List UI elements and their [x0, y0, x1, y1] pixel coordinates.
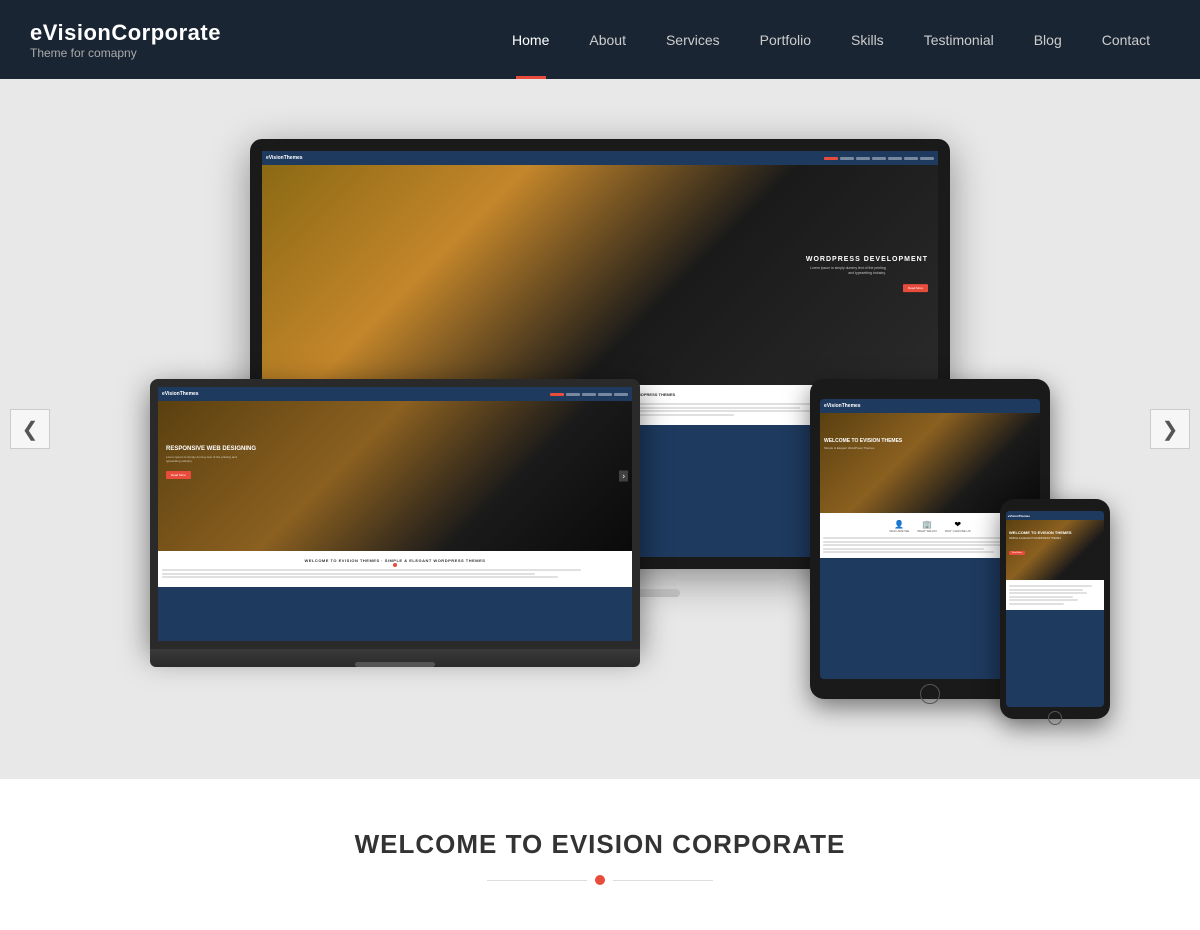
devices-container: eVisionThemes [150, 139, 1050, 719]
divider-line-left [487, 880, 587, 881]
text-line [1009, 589, 1083, 591]
tablet-hero-text: WELCOME TO EVISION THEMES Simple & Elega… [824, 438, 902, 450]
laptop-welcome-dot [393, 563, 397, 567]
welcome-section: WELCOME TO EVISION CORPORATE [0, 779, 1200, 930]
monitor-screen-hero: WORDPRESS DEVELOPMENT Lorem ipsum is sim… [262, 165, 938, 385]
laptop-screen-nav: eVisionThemes [158, 387, 632, 401]
navbar: eVisionCorporate Theme for comapny Home … [0, 0, 1200, 79]
laptop-hero-title: RESPONSIVE WEB DESIGNING [166, 446, 256, 452]
tablet-home-button [920, 684, 940, 704]
laptop: eVisionThemes RESPONSIVE W [150, 379, 640, 689]
monitor-screen-logo: eVisionThemes [266, 155, 303, 161]
text-line [162, 573, 535, 575]
brand-tagline: Theme for comapny [30, 46, 221, 60]
nav-item-portfolio[interactable]: Portfolio [740, 0, 831, 79]
tablet-screen-logo: eVisionThemes [824, 403, 861, 409]
monitor-nav-item [920, 157, 934, 160]
laptop-nav-item [566, 393, 580, 396]
laptop-nav-item [550, 393, 564, 396]
phone-screen-nav: eVisionThemes [1006, 511, 1104, 520]
text-line [1009, 599, 1078, 601]
nav-item-skills[interactable]: Skills [831, 0, 904, 79]
laptop-hero-text: RESPONSIVE WEB DESIGNING Lorem ipsum is … [166, 446, 256, 481]
phone-hero-title: WELCOME TO EVISION THEMES [1009, 530, 1072, 535]
nav-item-blog[interactable]: Blog [1014, 0, 1082, 79]
text-line [823, 537, 1026, 539]
nav-links: Home About Services Portfolio Skills Tes… [492, 0, 1170, 79]
monitor-nav-item [824, 157, 838, 160]
nav-item-about[interactable]: About [569, 0, 646, 79]
phone-frame: eVisionThemes WELCOME TO EVISION THEMES … [1000, 499, 1110, 719]
text-line [823, 541, 1005, 543]
monitor-nav-item [840, 157, 854, 160]
tablet-screen-hero: WELCOME TO EVISION THEMES Simple & Elega… [820, 413, 1040, 513]
brand-name: eVisionCorporate [30, 20, 221, 46]
text-line [823, 548, 984, 550]
monitor-nav-item [888, 157, 902, 160]
monitor-hero-desc: Lorem ipsum is simply dummy text of the … [806, 266, 886, 276]
phone-screen-body [1006, 580, 1104, 610]
phone-screen-hero: WELCOME TO EVISION THEMES SIMPLE & ELEGA… [1006, 520, 1104, 580]
slider-next-button[interactable]: ❯ [1150, 409, 1190, 449]
monitor-screen-nav-items [824, 157, 934, 160]
laptop-nav-item [614, 393, 628, 396]
slider-prev-button[interactable]: ❮ [10, 409, 50, 449]
hero-section: ❮ eVisionThemes [0, 79, 1200, 779]
phone-hero-subtitle: SIMPLE & ELEGANT WORDPRESS THEMES [1009, 537, 1072, 540]
nav-item-home[interactable]: Home [492, 0, 569, 79]
text-line [162, 576, 558, 578]
laptop-screen-body: WELCOME TO EVISION THEMES · SIMPLE & ELE… [158, 551, 632, 587]
text-line [1009, 592, 1087, 594]
phone-home-button [1048, 711, 1062, 725]
monitor-nav-item [872, 157, 886, 160]
laptop-bottom [150, 649, 640, 667]
text-line [1009, 585, 1092, 587]
tablet-icon-who: 👤 WHO ARE WE [889, 520, 909, 533]
laptop-hero-btn: Read More [166, 471, 191, 479]
monitor-hero-text: WORDPRESS DEVELOPMENT Lorem ipsum is sim… [806, 256, 928, 294]
monitor-nav-item [856, 157, 870, 160]
divider-dot [595, 875, 605, 885]
monitor-screen-nav: eVisionThemes [262, 151, 938, 165]
phone-hero-text: WELCOME TO EVISION THEMES SIMPLE & ELEGA… [1009, 530, 1072, 558]
nav-item-testimonial[interactable]: Testimonial [904, 0, 1014, 79]
laptop-nav-item [582, 393, 596, 396]
brand-logo: eVisionCorporate Theme for comapny [30, 20, 221, 60]
tablet-icon-why: ❤ WHY CHOOSE US [945, 520, 971, 533]
tablet-icon-what: 🏢 WHAT WE DO [917, 520, 937, 533]
welcome-title: WELCOME TO EVISION CORPORATE [20, 829, 1180, 860]
laptop-nav-items [550, 393, 628, 396]
laptop-screen: eVisionThemes RESPONSIVE W [158, 387, 632, 641]
laptop-welcome-title: WELCOME TO EVISION THEMES · SIMPLE & ELE… [162, 558, 628, 563]
text-line [823, 544, 1016, 546]
phone-text-lines [1009, 585, 1101, 605]
monitor-hero-btn: Read More [903, 284, 928, 292]
monitor-nav-item [904, 157, 918, 160]
welcome-divider [20, 875, 1180, 885]
phone-screen: eVisionThemes WELCOME TO EVISION THEMES … [1006, 511, 1104, 707]
laptop-hero-desc: Lorem ipsum is simply dummy text of the … [166, 455, 246, 463]
monitor-hero-title: WORDPRESS DEVELOPMENT [806, 256, 928, 263]
laptop-slider-arrow: › [619, 471, 628, 482]
nav-item-services[interactable]: Services [646, 0, 740, 79]
text-line [823, 551, 994, 553]
text-line [1009, 596, 1073, 598]
text-line [162, 569, 581, 571]
tablet-hero-image [820, 413, 1040, 513]
laptop-nav-item [598, 393, 612, 396]
phone-screen-logo: eVisionThemes [1008, 514, 1030, 518]
divider-line-right [613, 880, 713, 881]
nav-item-contact[interactable]: Contact [1082, 0, 1170, 79]
tablet-hero-desc: Simple & Elegant WordPress Themes [824, 446, 902, 450]
text-line [1009, 603, 1064, 605]
laptop-frame: eVisionThemes RESPONSIVE W [150, 379, 640, 649]
phone-hero-btn: Read More [1009, 551, 1025, 555]
laptop-screen-hero: RESPONSIVE WEB DESIGNING Lorem ipsum is … [158, 401, 632, 551]
laptop-screen-logo: eVisionThemes [162, 391, 199, 397]
laptop-text-lines [162, 569, 628, 578]
tablet-hero-title: WELCOME TO EVISION THEMES [824, 438, 902, 444]
smartphone: eVisionThemes WELCOME TO EVISION THEMES … [1000, 499, 1110, 719]
laptop-welcome: WELCOME TO EVISION THEMES · SIMPLE & ELE… [162, 555, 628, 583]
tablet-screen-nav: eVisionThemes [820, 399, 1040, 413]
